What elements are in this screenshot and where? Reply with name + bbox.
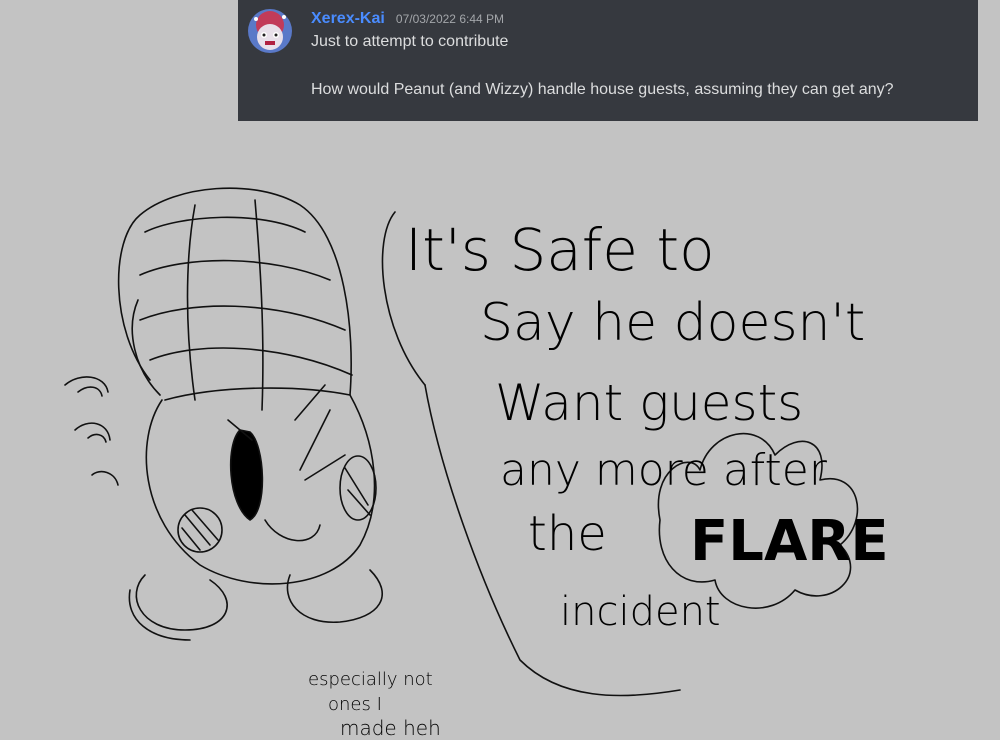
sketch-drawing: It's Safe to Say he doesn't Want guests … [64,187,889,740]
side-note-line-3: made heh [340,716,441,740]
flare-word: FLARE [690,509,889,574]
speech-line-6: incident [560,589,721,635]
speech-line-2: Say he doesn't [480,293,865,353]
user-avatar[interactable] [248,9,292,53]
message-line-1: Just to attempt to contribute [311,33,509,50]
speech-text: It's Safe to Say he doesn't Want guests … [405,216,889,635]
discord-message: Xerex-Kai 07/03/2022 6:44 PM Just to att… [238,0,978,121]
timestamp: 07/03/2022 6:44 PM [395,12,505,26]
speech-line-1: It's Safe to [405,216,715,284]
side-note-line-1: especially not [308,669,433,690]
message-header: Xerex-Kai 07/03/2022 6:44 PM [311,8,504,28]
side-note: especially not ones I made heh [308,669,441,740]
speech-line-5: the [528,506,607,562]
speech-line-4: any more after [500,445,828,496]
speech-line-3: Want guests [495,374,803,432]
username[interactable]: Xerex-Kai [311,10,385,27]
message-line-2: How would Peanut (and Wizzy) handle hous… [311,81,894,98]
side-note-line-2: ones I [328,694,382,715]
